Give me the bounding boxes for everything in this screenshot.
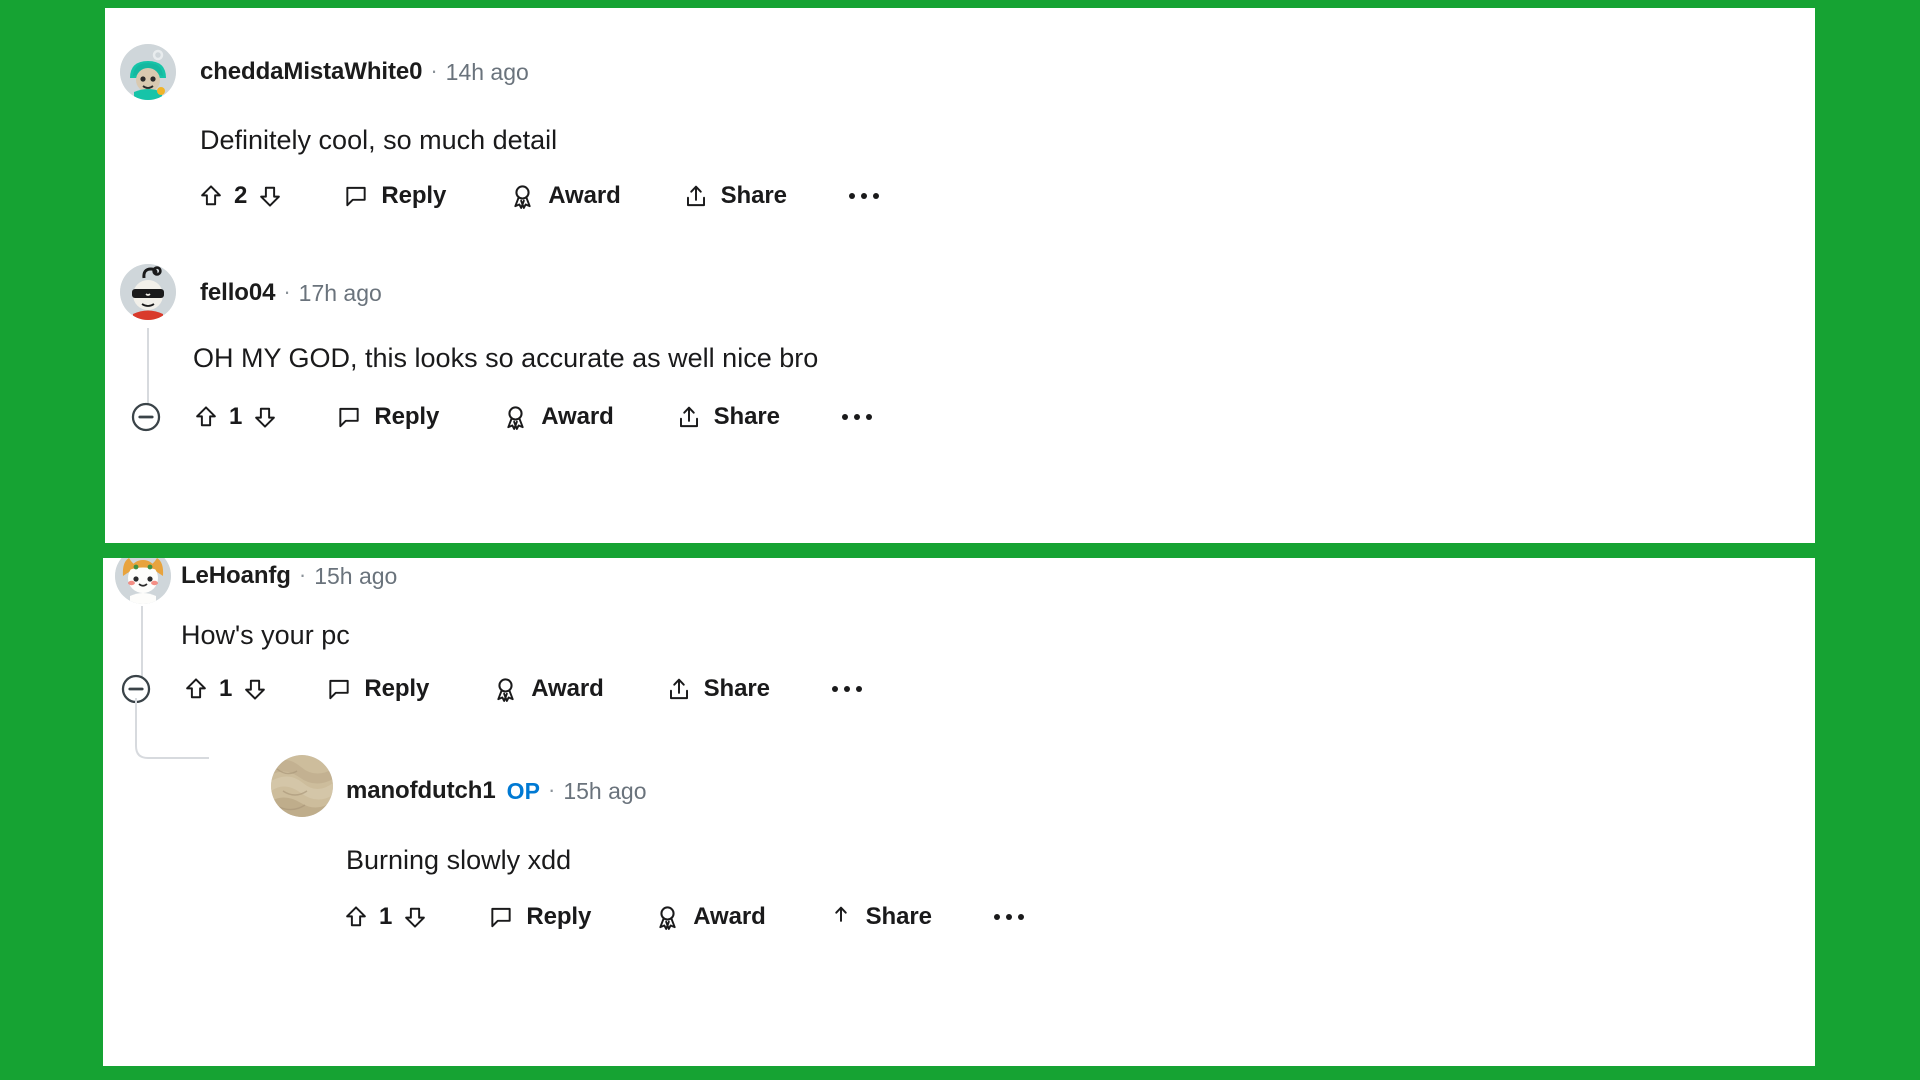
meta-separator: · (298, 562, 307, 587)
username-link[interactable]: LeHoanfg (181, 564, 291, 588)
upvote-arrow-icon[interactable] (343, 904, 369, 930)
username-link[interactable]: cheddaMistaWhite0 (200, 60, 422, 84)
share-button[interactable]: Share (666, 668, 770, 710)
share-button[interactable]: Share (683, 175, 787, 217)
award-ribbon-icon (654, 904, 681, 931)
reply-label: Reply (374, 403, 440, 430)
upvote-arrow-icon[interactable] (193, 404, 219, 430)
award-label: Award (531, 675, 604, 702)
comment-fello04: fello04 · 17h ago OH MY GOD, this looks … (105, 256, 1815, 486)
speech-bubble-icon (488, 904, 514, 930)
award-ribbon-icon (509, 183, 536, 210)
downvote-arrow-icon[interactable] (402, 904, 428, 930)
award-button[interactable]: Award (509, 175, 621, 217)
downvote-arrow-icon[interactable] (242, 676, 268, 702)
comment-actions: 1 Reply Award Share (129, 396, 872, 438)
downvote-arrow-icon[interactable] (257, 183, 283, 209)
avatar-lehoanfg[interactable] (115, 558, 171, 604)
comment-cheddamistawhite0: cheddaMistaWhite0 · 14h ago Definitely c… (105, 8, 1815, 238)
reply-button[interactable]: Reply (488, 896, 591, 938)
reply-button[interactable]: Reply (326, 668, 429, 710)
more-options-icon[interactable] (831, 668, 862, 710)
share-arrow-icon (666, 676, 692, 702)
award-ribbon-icon (502, 404, 529, 431)
vote-group: 1 (343, 903, 428, 931)
comment-actions: 1 Reply Award Share (343, 896, 1024, 938)
vote-count: 1 (229, 403, 243, 430)
share-label: Share (703, 675, 770, 702)
more-options-icon[interactable] (841, 396, 872, 438)
op-badge: OP (506, 777, 541, 804)
comment-body: Burning slowly xdd (346, 845, 572, 875)
vote-group: 2 (198, 182, 283, 210)
comment-timestamp: 17h ago (298, 279, 382, 306)
vote-count: 2 (234, 182, 248, 209)
comment-timestamp: 15h ago (314, 562, 398, 589)
comment-panel-bottom: LeHoanfg · 15h ago How's your pc 1 Reply… (103, 558, 1815, 1066)
share-label: Share (720, 182, 787, 209)
comment-manofdutch1: manofdutch1 OP · 15h ago Burning slowly … (163, 755, 1815, 1058)
thread-connector (129, 698, 209, 768)
award-button[interactable]: Award (502, 396, 614, 438)
award-label: Award (548, 182, 621, 209)
reply-label: Reply (526, 903, 592, 930)
comment-timestamp: 14h ago (445, 58, 529, 85)
meta-separator: · (548, 777, 556, 802)
screenshot-root: cheddaMistaWhite0 · 14h ago Definitely c… (0, 0, 1920, 1080)
meta-separator: · (283, 279, 291, 304)
award-button[interactable]: Award (654, 896, 766, 938)
share-arrow-icon (676, 404, 702, 430)
avatar-fello04[interactable] (120, 264, 176, 320)
username-link[interactable]: fello04 (200, 281, 275, 305)
share-arrow-icon (683, 183, 709, 209)
share-label: Share (713, 403, 780, 430)
speech-bubble-icon (336, 404, 362, 430)
comment-header: fello04 · 17h ago (200, 281, 382, 305)
speech-bubble-icon (343, 183, 369, 209)
reply-button[interactable]: Reply (336, 396, 439, 438)
comment-body: How's your pc (181, 620, 350, 650)
comment-body: Definitely cool, so much detail (200, 125, 558, 155)
award-label: Award (541, 403, 614, 430)
thread-line (147, 328, 149, 403)
collapse-minus-icon[interactable] (129, 400, 163, 434)
comment-actions: 1 Reply Award Share (119, 668, 862, 710)
reply-label: Reply (364, 675, 430, 702)
comment-body: OH MY GOD, this looks so accurate as wel… (193, 343, 819, 373)
award-ribbon-icon (492, 676, 519, 703)
speech-bubble-icon (326, 676, 352, 702)
comment-header: LeHoanfg · 15h ago (181, 564, 397, 588)
share-button[interactable]: Share (828, 896, 932, 938)
share-arrow-icon (828, 904, 854, 930)
award-label: Award (693, 903, 766, 930)
downvote-arrow-icon[interactable] (252, 404, 278, 430)
vote-count: 1 (379, 903, 393, 930)
avatar-cheddamistawhite0[interactable] (120, 44, 176, 100)
share-label: Share (865, 903, 932, 930)
more-options-icon[interactable] (848, 175, 879, 217)
award-button[interactable]: Award (492, 668, 604, 710)
comment-actions: 2 Reply Award Share (198, 175, 879, 217)
meta-separator: · (430, 58, 438, 83)
avatar-manofdutch1[interactable] (271, 755, 333, 817)
more-options-icon[interactable] (993, 896, 1024, 938)
vote-count: 1 (219, 675, 233, 702)
comment-panel-top: cheddaMistaWhite0 · 14h ago Definitely c… (105, 8, 1815, 543)
comment-header: cheddaMistaWhite0 · 14h ago (200, 60, 529, 84)
upvote-arrow-icon[interactable] (198, 183, 224, 209)
share-button[interactable]: Share (676, 396, 780, 438)
comment-timestamp: 15h ago (563, 777, 647, 804)
comment-lehoanfg: LeHoanfg · 15h ago How's your pc 1 Reply… (103, 558, 1815, 808)
vote-group: 1 (193, 403, 278, 431)
comment-header: manofdutch1 OP · 15h ago (346, 779, 646, 803)
reply-button[interactable]: Reply (343, 175, 446, 217)
username-link[interactable]: manofdutch1 (346, 779, 496, 803)
reply-label: Reply (381, 182, 447, 209)
